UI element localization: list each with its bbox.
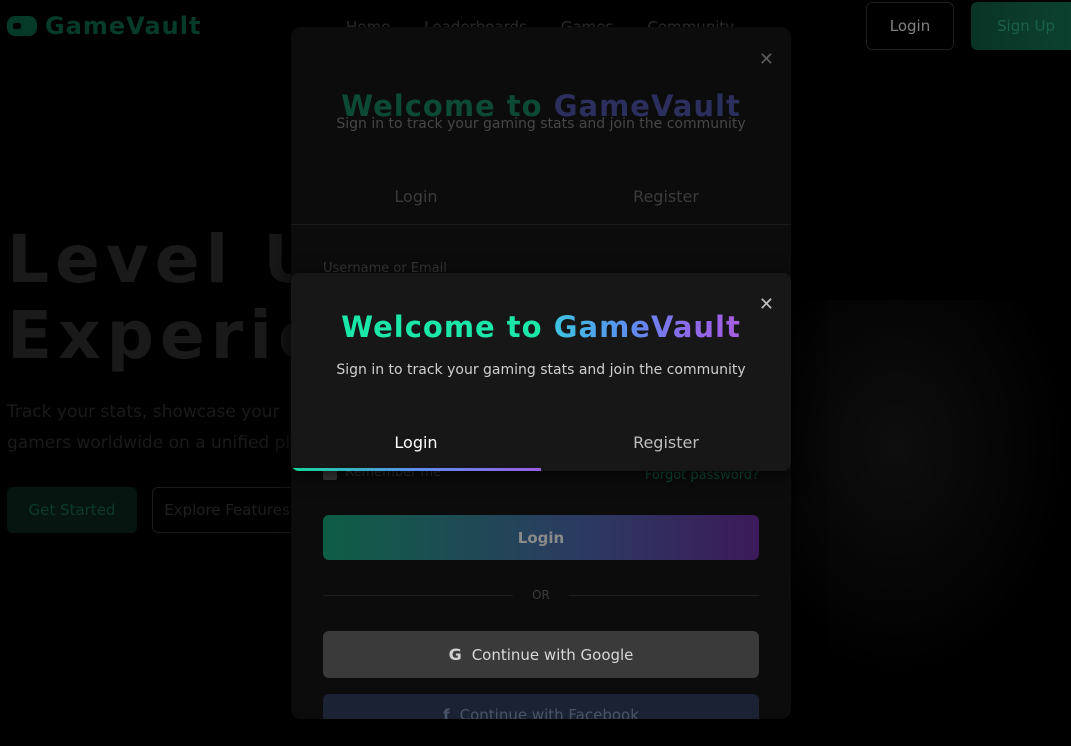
gamepad-icon (7, 16, 37, 36)
explore-features-button[interactable]: Explore Features (152, 487, 302, 533)
modal-back-tabs: Login Register (291, 179, 791, 225)
modal-title: Welcome to GameVault (291, 309, 791, 345)
close-icon[interactable]: ✕ (759, 49, 774, 70)
logo[interactable]: GameVault (7, 12, 201, 40)
logo-text: GameVault (45, 12, 202, 40)
modal-subtitle: Sign in to track your gaming stats and j… (336, 362, 746, 378)
hero-subtitle-line1: Track your stats, showcase your (7, 402, 280, 422)
or-divider: OR (323, 588, 759, 602)
hero-subtitle: Track your stats, showcase your gamers w… (7, 397, 337, 459)
modal-title-part1: Welcome to (341, 310, 543, 344)
tab-register[interactable]: Register (541, 179, 791, 224)
modal-tabs: Login Register (291, 425, 791, 471)
modal-back-subtitle: Sign in to track your gaming stats and j… (336, 116, 746, 132)
google-login-button[interactable]: G Continue with Google (323, 631, 759, 678)
facebook-icon: f (443, 706, 450, 719)
background-glow (760, 300, 1071, 720)
header-signup-button[interactable]: Sign Up (971, 2, 1071, 50)
tab-login[interactable]: Login (291, 179, 541, 224)
login-submit-button[interactable]: Login (323, 515, 759, 560)
divider-text: OR (532, 588, 550, 602)
header-login-button[interactable]: Login (866, 2, 954, 50)
tab-register[interactable]: Register (541, 425, 791, 471)
get-started-button[interactable]: Get Started (7, 487, 137, 533)
facebook-login-label: Continue with Facebook (459, 706, 639, 719)
tab-login[interactable]: Login (291, 425, 541, 471)
google-login-label: Continue with Google (471, 645, 634, 664)
modal-title-part2: GameVault (553, 310, 741, 344)
login-modal: ✕ Welcome to GameVault Sign in to track … (291, 273, 791, 471)
hero-subtitle-line2: gamers worldwide on a unified pl (7, 433, 291, 453)
google-icon: G (448, 645, 462, 664)
facebook-login-button[interactable]: f Continue with Facebook (323, 694, 759, 719)
